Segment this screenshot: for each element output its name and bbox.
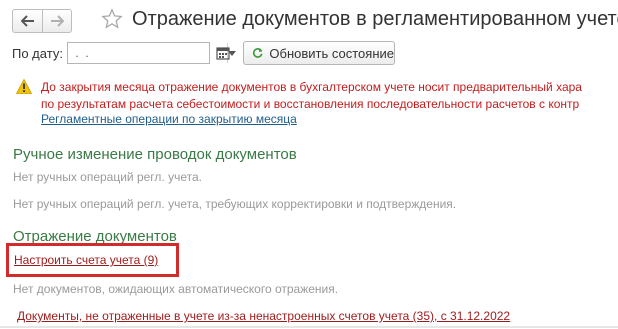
warning-line-2: по результатам расчета себестоимости и в… [41,97,580,111]
page: Отражение документов в регламентированно… [0,0,618,329]
arrow-left-icon [20,15,34,27]
warning-text: До закрытия месяца отражение документов … [41,79,618,113]
warning-line-1: До закрытия месяца отражение документов … [41,80,582,94]
unreflected-documents-link[interactable]: Документы, не отраженные в учете из-за н… [17,309,510,323]
calendar-icon [216,47,230,60]
bottom-divider [0,326,618,328]
date-label: По дату: [12,46,63,61]
nav-buttons [12,9,72,33]
setup-accounts-link[interactable]: Настроить счета учета (9) [14,253,158,267]
reflection-info: Нет документов, ожидающих автоматическог… [13,282,339,296]
refresh-icon [252,48,263,58]
closing-operations-link[interactable]: Регламентные операции по закрытию месяца [41,112,297,126]
calendar-button[interactable] [212,42,234,64]
forward-button[interactable] [42,10,71,32]
manual-section-title: Ручное изменение проводок документов [13,146,297,163]
date-field [67,42,236,64]
manual-info-1: Нет ручных операций регл. учета. [13,170,202,184]
date-input[interactable] [68,43,227,63]
page-title: Отражение документов в регламентированно… [132,8,618,30]
arrow-right-icon [51,15,64,27]
refresh-label: Обновить состояние [269,45,394,61]
favorite-button[interactable] [99,6,125,32]
star-icon [101,8,123,29]
back-button[interactable] [13,10,42,32]
manual-info-2: Нет ручных операций регл. учета, требующ… [13,197,457,211]
refresh-status-button[interactable]: Обновить состояние [243,41,395,65]
warning-icon [16,79,32,94]
